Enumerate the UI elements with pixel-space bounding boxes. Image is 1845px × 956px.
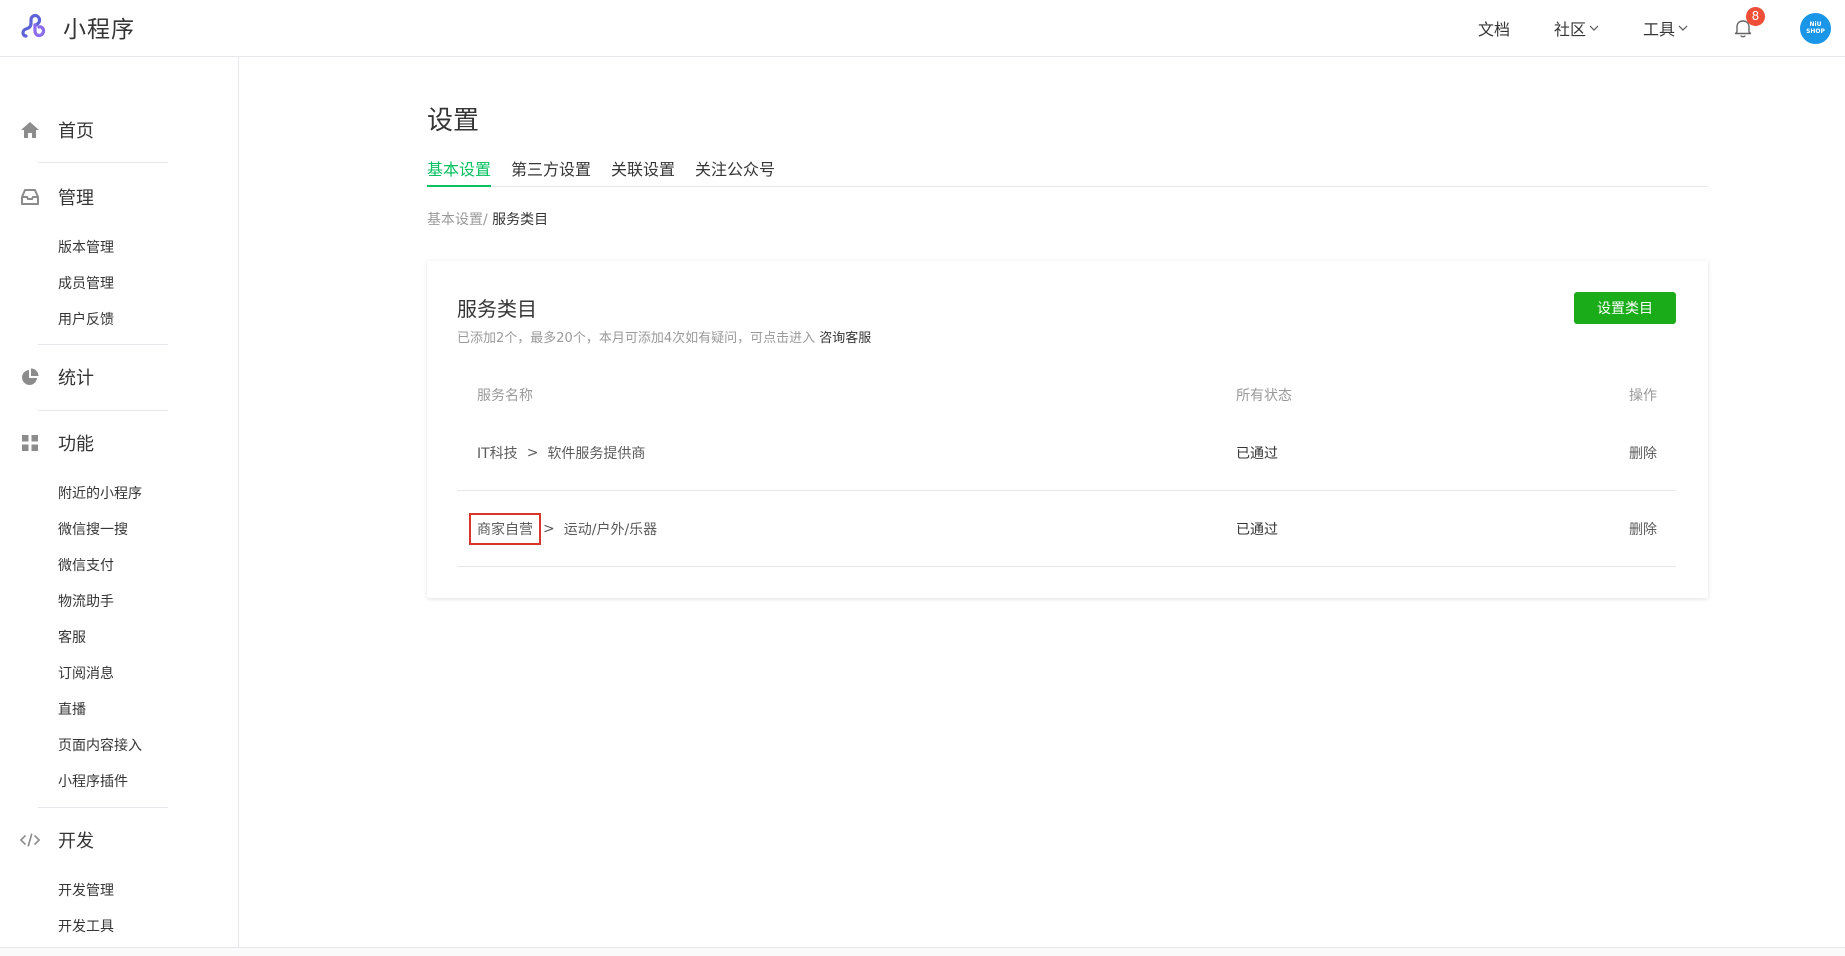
- card-description: 已添加2个，最多20个，本月可添加4次如有疑问，可点击进入 咨询客服: [457, 327, 871, 346]
- sidebar-item-plugins[interactable]: 小程序插件: [58, 771, 128, 791]
- tab-basic-settings[interactable]: 基本设置: [427, 156, 492, 187]
- card-title: 服务类目: [457, 297, 537, 321]
- sidebar-item-manage[interactable]: 管理: [20, 182, 168, 212]
- home-icon: [20, 120, 40, 140]
- tab-follow-official[interactable]: 关注公众号: [695, 156, 775, 187]
- sidebar-item-dev-tools[interactable]: 开发工具: [58, 916, 114, 936]
- set-category-button[interactable]: 设置类目: [1574, 292, 1676, 324]
- divider: [38, 807, 168, 808]
- avatar-text-top: NiU: [1809, 21, 1822, 28]
- category-separator: >: [526, 445, 539, 461]
- settings-tabs: 基本设置 第三方设置 关联设置 关注公众号: [427, 156, 1708, 187]
- delete-link[interactable]: 删除: [1629, 491, 1657, 567]
- sidebar: 首页 管理 版本管理 成员管理 用户反馈 统计 功能 附近的小程序 微信搜一搜 …: [0, 57, 239, 947]
- service-name-cell: IT科技 > 软件服务提供商: [477, 415, 645, 491]
- sidebar-item-label: 统计: [58, 368, 94, 389]
- sidebar-item-dev[interactable]: 开发: [20, 825, 168, 855]
- service-category-card: 服务类目 已添加2个，最多20个，本月可添加4次如有疑问，可点击进入 咨询客服 …: [427, 261, 1708, 598]
- table-row: 商家自营 > 运动/户外/乐器 已通过 删除: [457, 491, 1676, 567]
- brand[interactable]: 小程序: [20, 12, 135, 43]
- nav-community-label: 社区: [1553, 20, 1586, 39]
- sidebar-item-version-manage[interactable]: 版本管理: [58, 237, 114, 257]
- chevron-down-icon: [1678, 25, 1688, 31]
- tab-third-party[interactable]: 第三方设置: [511, 156, 591, 187]
- app-name: 小程序: [63, 17, 135, 43]
- nav-tools-label: 工具: [1642, 20, 1675, 39]
- nav-community[interactable]: 社区: [1554, 16, 1599, 40]
- notification-bell[interactable]: 8: [1732, 7, 1765, 39]
- divider: [38, 410, 168, 411]
- sidebar-item-label: 功能: [58, 434, 94, 455]
- sidebar-item-live[interactable]: 直播: [58, 699, 86, 719]
- category-separator: >: [543, 521, 555, 537]
- subcategory-name: 运动/户外/乐器: [563, 522, 658, 538]
- miniprogram-logo-icon: [21, 13, 46, 38]
- sidebar-item-nearby[interactable]: 附近的小程序: [58, 483, 142, 503]
- column-header-name: 服务名称: [477, 388, 533, 404]
- sidebar-item-features[interactable]: 功能: [20, 428, 168, 458]
- category-name-highlighted: 商家自营: [469, 513, 541, 545]
- description-text: 已添加2个，最多20个，本月可添加4次如有疑问，可点击进入: [457, 331, 820, 346]
- divider: [38, 162, 168, 163]
- breadcrumb-current: 服务类目: [487, 212, 549, 228]
- nav-tools[interactable]: 工具: [1643, 16, 1688, 40]
- sidebar-item-label: 开发: [58, 831, 94, 852]
- page-title: 设置: [427, 106, 480, 136]
- breadcrumb: 基本设置/ 服务类目: [427, 209, 548, 229]
- service-name-cell: 商家自营 > 运动/户外/乐器: [469, 491, 658, 567]
- sidebar-item-member-manage[interactable]: 成员管理: [58, 273, 114, 293]
- grid-icon: [20, 433, 40, 453]
- sidebar-item-user-feedback[interactable]: 用户反馈: [58, 309, 114, 329]
- column-header-status: 所有状态: [1236, 388, 1292, 404]
- table-row: IT科技 > 软件服务提供商 已通过 删除: [457, 415, 1676, 491]
- sidebar-item-customer-service[interactable]: 客服: [58, 627, 86, 647]
- code-icon: [20, 830, 40, 850]
- avatar[interactable]: NiU SHOP: [1800, 12, 1831, 44]
- delete-link[interactable]: 删除: [1629, 415, 1657, 491]
- tab-association[interactable]: 关联设置: [611, 156, 675, 187]
- pie-chart-icon: [20, 367, 40, 387]
- nav-docs[interactable]: 文档: [1478, 16, 1510, 40]
- sidebar-item-stats[interactable]: 统计: [20, 362, 168, 392]
- sidebar-item-page-content[interactable]: 页面内容接入: [58, 735, 142, 755]
- sidebar-item-label: 首页: [58, 121, 94, 142]
- contact-support-link[interactable]: 咨询客服: [819, 331, 871, 346]
- breadcrumb-parent[interactable]: 基本设置/: [427, 212, 488, 228]
- avatar-text-bottom: SHOP: [1806, 28, 1825, 35]
- sidebar-item-wechat-search[interactable]: 微信搜一搜: [58, 519, 128, 539]
- chevron-down-icon: [1589, 25, 1599, 31]
- sidebar-item-label: 管理: [58, 188, 94, 209]
- divider: [38, 344, 168, 345]
- nav-docs-label: 文档: [1477, 20, 1510, 39]
- status-cell: 已通过: [1236, 446, 1278, 462]
- top-nav: 文档 社区 工具 8 NiU SHOP: [1478, 0, 1845, 56]
- notification-badge: 8: [1746, 7, 1765, 26]
- inbox-icon: [20, 187, 40, 207]
- column-header-action: 操作: [1629, 388, 1657, 404]
- category-name: IT科技: [477, 446, 518, 462]
- sidebar-item-subscribe-msg[interactable]: 订阅消息: [58, 663, 114, 683]
- bottom-strip: [0, 947, 1845, 956]
- status-cell: 已通过: [1236, 522, 1278, 538]
- subcategory-name: 软件服务提供商: [547, 446, 646, 462]
- sidebar-item-logistics[interactable]: 物流助手: [58, 591, 114, 611]
- sidebar-item-wechat-pay[interactable]: 微信支付: [58, 555, 114, 575]
- top-bar: 小程序 文档 社区 工具 8 NiU SHOP: [0, 0, 1845, 57]
- sidebar-item-dev-manage[interactable]: 开发管理: [58, 880, 114, 900]
- sidebar-item-home[interactable]: 首页: [20, 115, 168, 145]
